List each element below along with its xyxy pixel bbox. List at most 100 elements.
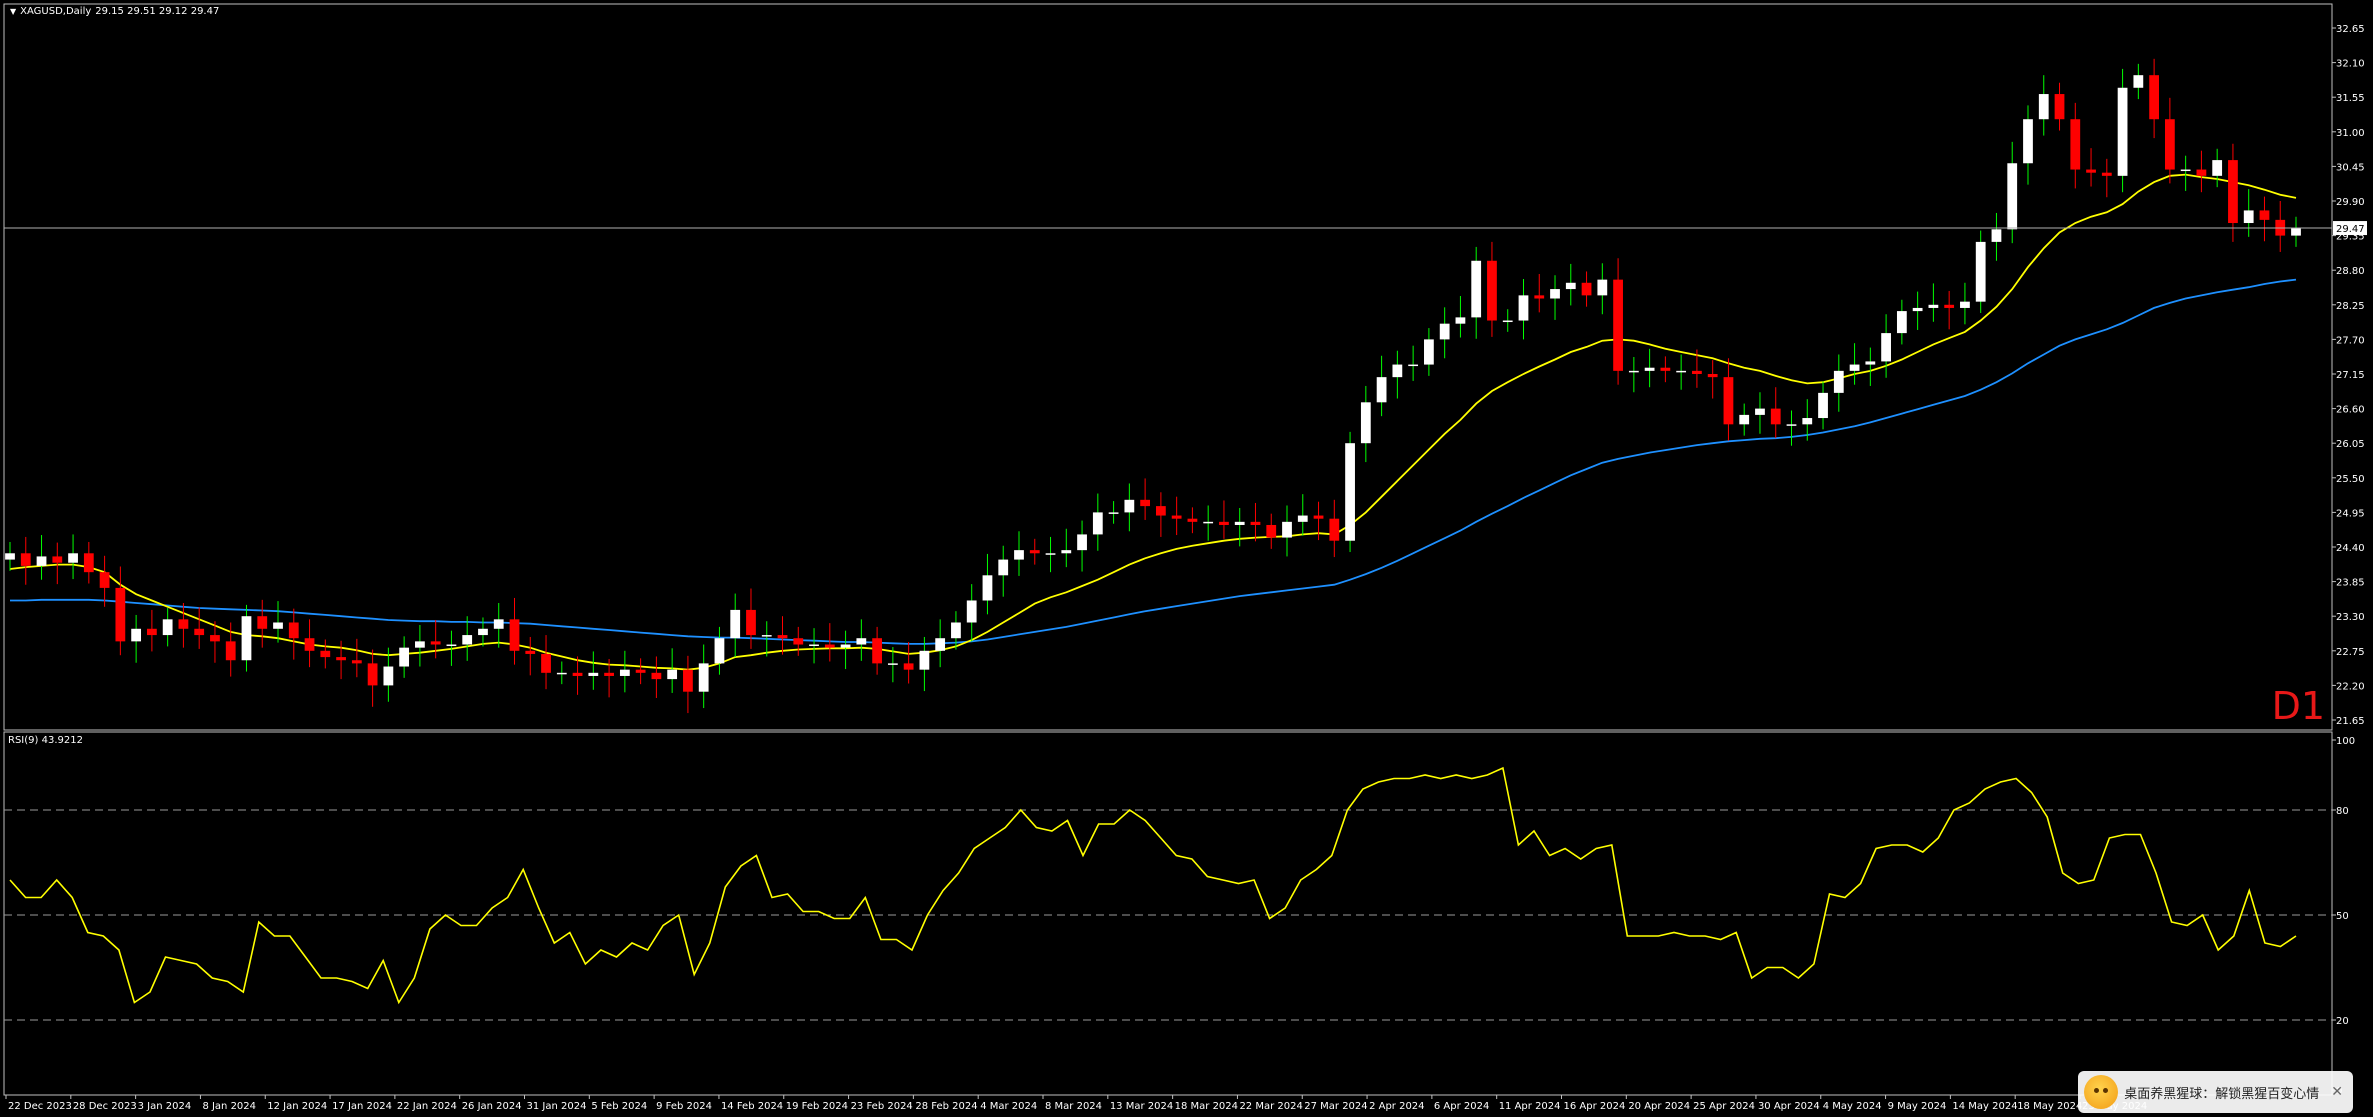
candle-body [1014,550,1024,560]
candle-body [304,638,315,651]
candle-body [525,650,536,654]
candle-body [52,556,63,563]
candle-body [1360,402,1371,444]
candle [288,608,299,660]
candle [793,626,804,656]
collapse-triangle-icon[interactable]: ▼ [10,7,16,16]
candle-body [1392,364,1403,378]
candle-body [840,644,851,648]
time-tick-label: 12 Jan 2024 [267,1101,327,1112]
candle [746,588,756,649]
candle-body [793,638,804,645]
candle-body [1660,367,1671,371]
candle [919,636,930,692]
watermark-banner[interactable]: 桌面养黑猩球：解锁黑猩百变心情 ✕ [2078,1071,2353,1113]
candle [1360,385,1371,463]
candle [147,609,157,652]
candle [1944,290,1955,330]
price-tick-label: 23.30 [2336,612,2365,623]
candle [1991,212,2002,261]
candle [635,658,646,685]
candle-body [1329,518,1340,541]
candle [99,555,110,607]
close-icon[interactable]: ✕ [2331,1084,2343,1100]
price-chart[interactable]: 32.6532.1031.5531.0030.4529.9029.3528.80… [0,0,2373,1117]
candle [1408,345,1419,381]
candle-body [383,666,394,686]
candle [2023,105,2033,185]
candle-body [714,638,725,664]
candle [903,641,914,684]
candle-body [1282,521,1292,538]
candle [1881,314,1891,378]
candle [1219,500,1229,539]
candle-body [1534,295,1545,299]
candle [1424,328,1434,376]
candle-body [1550,289,1560,299]
candle-body [1975,241,1986,302]
candle-body [777,635,788,639]
candle [1912,291,1923,330]
candle [1392,350,1403,399]
candle-body [698,663,709,692]
candle-body [856,638,867,645]
candle-body [1581,282,1592,296]
chart-window[interactable]: 32.65 32.10 31.55 31.00 30.45 29.90 29.35 28.80… [0,0,2373,1117]
candle-body [651,672,662,680]
candle-body [1424,339,1434,365]
time-tick-label: 2 Apr 2024 [1369,1101,1424,1112]
candle [131,614,142,663]
candle [2117,68,2128,193]
candle [1676,354,1687,390]
price-tick-label: 31.55 [2336,93,2365,104]
rsi-pane-frame [3,731,2333,1096]
rsi-line [9,766,2297,1005]
candle-body [367,663,378,686]
candle-body [446,644,457,647]
candle [1250,502,1261,542]
candle [1376,355,1387,417]
candle-body [872,638,882,664]
candle-body [1628,370,1639,373]
time-tick-label: 19 Feb 2024 [786,1101,848,1112]
candle-body [1739,414,1750,425]
candle [1581,271,1592,307]
candle-body [1770,408,1781,425]
candle [1786,410,1797,446]
candle [1896,299,1907,345]
candle-body [257,616,268,629]
candle [1613,258,1623,385]
time-tick-label: 17 Jan 2024 [332,1101,392,1112]
candle [367,649,378,707]
time-tick-label: 9 May 2024 [1888,1101,1947,1112]
candle [1707,360,1718,399]
candle-body [1707,374,1718,378]
rsi-tick-label: 20 [2336,1016,2349,1027]
candle [698,644,709,709]
price-tick-label: 28.25 [2336,301,2365,312]
candle [667,648,678,693]
candle-body [1187,518,1198,522]
candle-body [998,559,1009,576]
price-tick-label: 31.00 [2336,128,2365,139]
candle [20,536,31,585]
candle-body [1597,279,1608,296]
time-tick-label: 25 Apr 2024 [1693,1101,1755,1112]
candle [2275,201,2286,252]
candle [52,542,63,585]
candle [178,602,189,648]
candle [2149,58,2159,139]
price-tick-label: 32.65 [2336,24,2365,35]
candle-body [1297,515,1308,522]
candle [399,636,410,678]
candle-body [1960,301,1970,308]
rsi-tick-label: 50 [2336,911,2349,922]
candle [1282,505,1292,557]
candle [2054,82,2065,131]
candle-body [1833,370,1844,393]
candle [2196,150,2207,193]
mascot-logo-icon [2084,1075,2119,1109]
candle-body [509,619,520,651]
candle-body [1849,364,1860,371]
candle [2212,148,2223,188]
